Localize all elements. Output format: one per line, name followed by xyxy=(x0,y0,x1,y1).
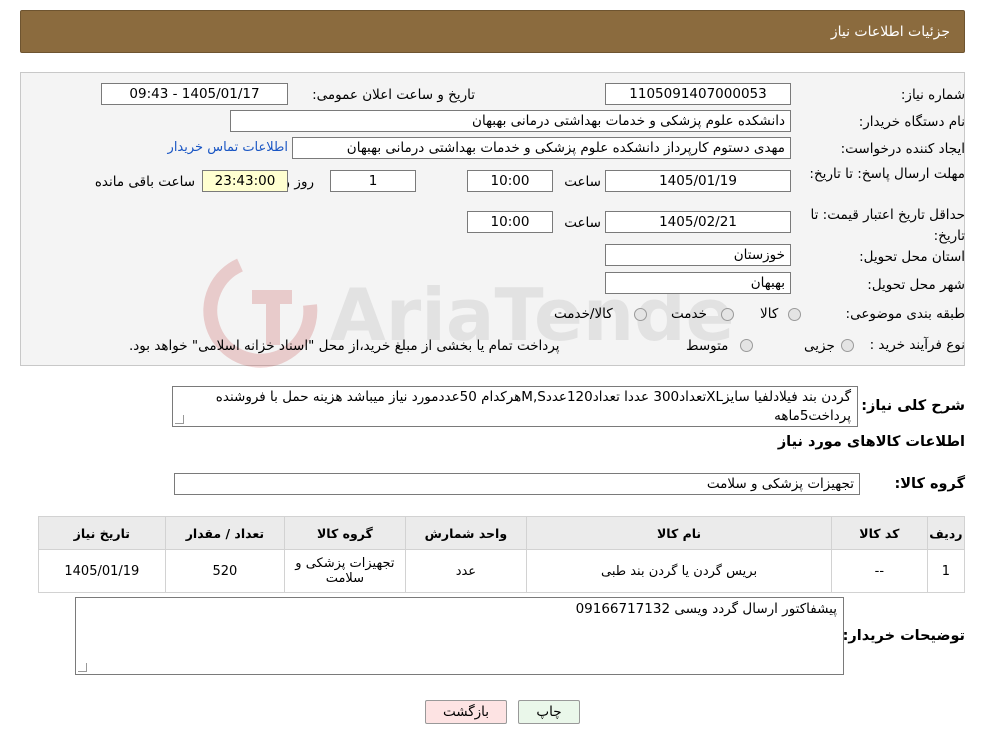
category-radio-service[interactable] xyxy=(721,308,734,321)
validity-time-label: ساعت xyxy=(564,215,601,231)
process-option-medium: متوسط xyxy=(686,338,729,354)
category-option-service: خدمت xyxy=(671,306,707,322)
category-radio-goods-service[interactable] xyxy=(634,308,647,321)
page-header: جزئیات اطلاعات نیاز xyxy=(20,10,965,53)
back-button[interactable]: بازگشت xyxy=(425,700,507,724)
category-label: طبقه بندی موضوعی: xyxy=(845,306,965,322)
need-number-label: شماره نیاز: xyxy=(900,87,965,103)
col-name: نام کالا xyxy=(526,516,832,550)
description-label: شرح کلی نیاز: xyxy=(861,398,965,414)
col-quantity: تعداد / مقدار xyxy=(164,516,286,550)
col-date: تاریخ نیاز xyxy=(38,516,166,550)
goods-section-title: اطلاعات کالاهای مورد نیاز xyxy=(777,434,965,450)
description-textarea[interactable]: گردن بند فیلادلفیا سایزXLتعداد300 عددا ت… xyxy=(172,386,858,427)
print-button[interactable]: چاپ xyxy=(518,700,580,724)
deadline-time-field[interactable]: 10:00 xyxy=(467,170,553,192)
city-field[interactable]: بهبهان xyxy=(605,272,791,294)
process-radio-minor[interactable] xyxy=(841,339,854,352)
col-unit: واحد شمارش xyxy=(404,516,528,550)
description-text: گردن بند فیلادلفیا سایزXLتعداد300 عددا ت… xyxy=(215,389,851,424)
deadline-time-label: ساعت xyxy=(564,174,601,190)
city-label: شهر محل تحویل: xyxy=(867,277,965,293)
category-option-goods-service: کالا/خدمت xyxy=(554,306,613,322)
province-label: استان محل تحویل: xyxy=(859,249,965,265)
col-code: کد کالا xyxy=(830,516,928,550)
buyer-org-label: نام دستگاه خریدار: xyxy=(858,114,965,130)
cell-row: 1 xyxy=(926,549,966,593)
resize-grip-icon[interactable] xyxy=(78,663,87,672)
items-table: ردیف کد کالا نام کالا واحد شمارش گروه کا… xyxy=(38,516,966,593)
goods-group-field[interactable]: تجهیزات پزشکی و سلامت xyxy=(174,473,860,495)
col-row: ردیف xyxy=(926,516,966,550)
cell-date: 1405/01/19 xyxy=(38,549,166,593)
requester-label: ایجاد کننده درخواست: xyxy=(840,141,965,157)
remaining-label: ساعت باقی مانده xyxy=(94,174,195,190)
buyer-notes-label: توضیحات خریدار: xyxy=(842,628,965,644)
validity-time-field[interactable]: 10:00 xyxy=(467,211,553,233)
process-note: پرداخت تمام یا بخشی از مبلغ خرید،از محل … xyxy=(129,338,560,354)
page-title: جزئیات اطلاعات نیاز xyxy=(830,24,950,40)
table-row: 1 -- بریس گردن یا گردن بند طبی عدد تجهیز… xyxy=(38,549,966,593)
announce-datetime-field[interactable]: 1405/01/17 - 09:43 xyxy=(101,83,288,105)
days-field[interactable]: 1 xyxy=(330,170,416,192)
deadline-label: مهلت ارسال پاسخ: تا تاریخ: xyxy=(809,166,965,182)
cell-group: تجهیزات پزشکی و سلامت xyxy=(284,549,406,593)
cell-name: بریس گردن یا گردن بند طبی xyxy=(526,549,832,593)
validity-label: حداقل تاریخ اعتبار قیمت: تا تاریخ: xyxy=(810,207,965,244)
days-label: روز و xyxy=(283,174,314,190)
cell-unit: عدد xyxy=(404,549,528,593)
resize-grip-icon[interactable] xyxy=(175,415,184,424)
goods-group-label: گروه کالا: xyxy=(894,476,965,492)
remaining-time-field: 23:43:00 xyxy=(202,170,288,192)
process-radio-medium[interactable] xyxy=(740,339,753,352)
process-option-minor: جزیی xyxy=(804,338,835,354)
buyer-contact-link[interactable]: اطلاعات تماس خریدار xyxy=(168,140,288,155)
col-group: گروه کالا xyxy=(284,516,406,550)
process-label: نوع فرآیند خرید : xyxy=(869,337,965,353)
cell-quantity: 520 xyxy=(164,549,286,593)
validity-date-field[interactable]: 1405/02/21 xyxy=(605,211,791,233)
buyer-notes-text: پیشفاکتور ارسال گردد ویسی 09166717132 xyxy=(575,601,837,617)
buyer-org-field[interactable]: دانشکده علوم پزشکی و خدمات بهداشتی درمان… xyxy=(230,110,791,132)
cell-code: -- xyxy=(830,549,928,593)
table-header-row: ردیف کد کالا نام کالا واحد شمارش گروه کا… xyxy=(38,516,966,550)
need-number-field[interactable]: 1105091407000053 xyxy=(605,83,791,105)
requester-field[interactable]: مهدی دستوم کارپرداز دانشکده علوم پزشکی و… xyxy=(292,137,791,159)
category-radio-goods[interactable] xyxy=(788,308,801,321)
buyer-notes-textarea[interactable]: پیشفاکتور ارسال گردد ویسی 09166717132 xyxy=(75,597,844,675)
deadline-date-field[interactable]: 1405/01/19 xyxy=(605,170,791,192)
category-option-goods: کالا xyxy=(760,306,779,322)
announce-label: تاریخ و ساعت اعلان عمومی: xyxy=(312,87,475,103)
province-field[interactable]: خوزستان xyxy=(605,244,791,266)
